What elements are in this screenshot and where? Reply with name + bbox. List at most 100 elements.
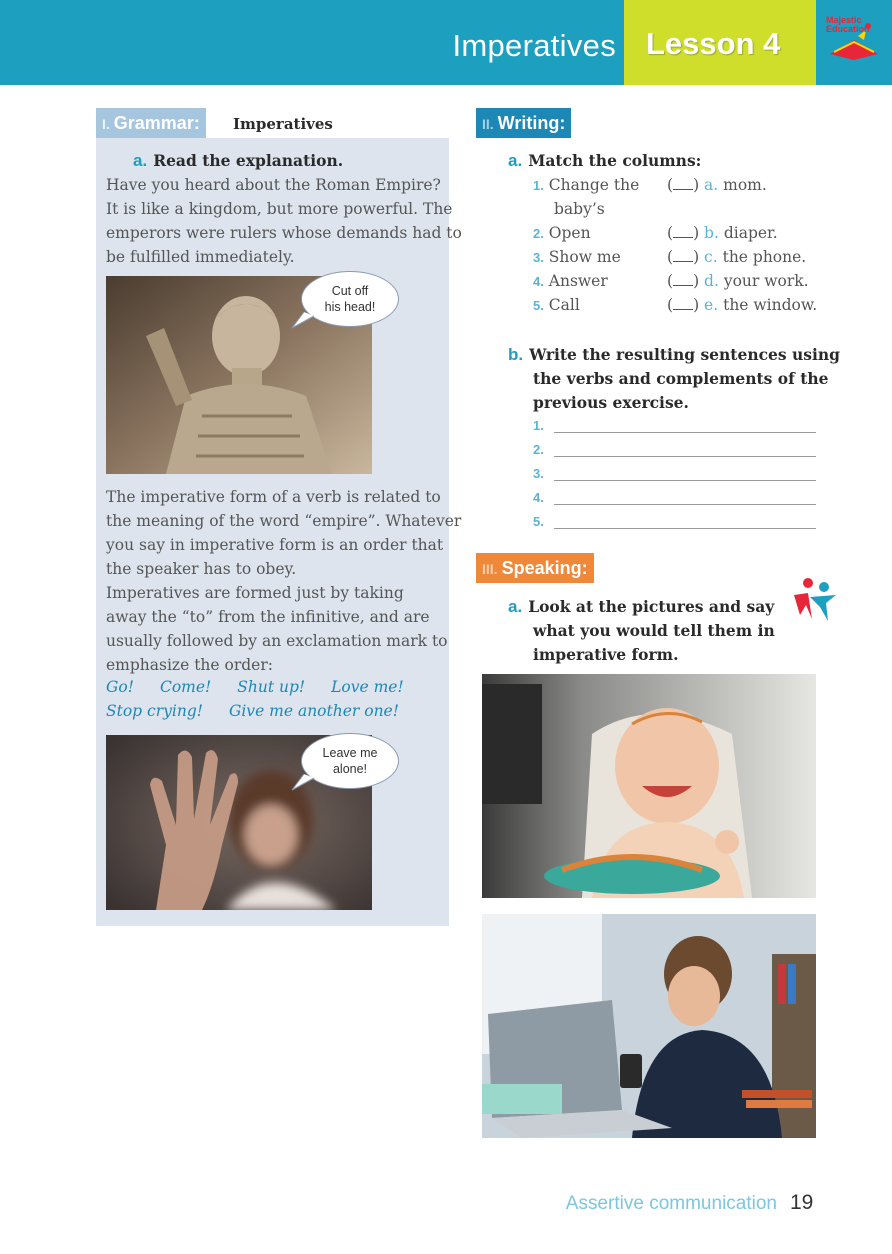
item-text: Change the: [548, 176, 640, 194]
match-right-item-c: () c. the phone.: [667, 248, 807, 266]
item-title-line: what you would tell them in: [533, 621, 775, 640]
item-letter: c.: [704, 248, 718, 266]
people-star-icon: [794, 578, 836, 621]
speaking-section-tag: III. Speaking:: [476, 553, 594, 583]
item-letter: a.: [133, 151, 148, 170]
answer-blank[interactable]: [673, 226, 694, 238]
answer-line-2[interactable]: 2.: [533, 438, 816, 462]
match-left-item-4: 4. Answer: [533, 269, 608, 294]
item-letter: a.: [508, 597, 523, 616]
item-number: 1.: [533, 178, 544, 193]
answer-line-1[interactable]: 1.: [533, 414, 816, 438]
section-label: Speaking:: [501, 558, 588, 578]
match-right-item-a: () a. mom.: [667, 176, 767, 194]
bubble-line: Cut off: [331, 284, 369, 298]
item-title: Read the explanation.: [153, 151, 344, 170]
para-line: you say in imperative form is an order t…: [106, 536, 444, 554]
item-text: the window.: [723, 296, 818, 314]
line-number: 2.: [533, 442, 544, 457]
match-left-item-1-cont: baby’s: [554, 200, 605, 218]
item-letter: b.: [508, 345, 524, 364]
grammar-subtitle: Imperatives: [233, 115, 333, 133]
writing-item-b: b. Write the resulting sentences using th…: [508, 343, 840, 415]
para-line: The imperative form of a verb is related…: [106, 488, 441, 506]
item-text: your work.: [723, 272, 809, 290]
imperative-examples-row-1: Go! Come! Shut up! Love me!: [106, 678, 430, 696]
item-text: Show me: [548, 248, 621, 266]
answer-blank[interactable]: [673, 298, 694, 310]
publisher-logo: Majestic Education: [824, 16, 884, 62]
page-number: 19: [790, 1191, 814, 1214]
item-text: diaper.: [723, 224, 778, 242]
item-title: Match the columns:: [528, 151, 702, 170]
answer-rule: [554, 456, 816, 457]
section-label: Grammar:: [113, 113, 200, 133]
speech-bubble-tail-icon: [291, 311, 315, 329]
item-text: Answer: [548, 272, 608, 290]
line-number: 3.: [533, 466, 544, 481]
answer-line-3[interactable]: 3.: [533, 462, 816, 486]
match-right-item-e: () e. the window.: [667, 296, 818, 314]
item-letter: a.: [508, 151, 523, 170]
section-number: II.: [482, 116, 494, 132]
section-number: III.: [482, 561, 498, 577]
item-number: 4.: [533, 274, 544, 289]
speech-bubble-tail-icon: [291, 773, 315, 791]
example-text: Give me another one!: [228, 702, 399, 720]
answer-rule: [554, 504, 816, 505]
para-line: the meaning of the word “empire”. Whatev…: [106, 512, 462, 530]
para-line: be fulfilled immediately.: [106, 248, 295, 266]
logo-text-line2: Education: [826, 24, 870, 34]
logo-text: Majestic Education: [826, 16, 870, 34]
bubble-line: Leave me: [322, 746, 378, 760]
section-number: I.: [102, 116, 110, 132]
grammar-intro-paragraph: Have you heard about the Roman Empire? I…: [106, 173, 462, 269]
answer-blank[interactable]: [673, 178, 694, 190]
item-letter: e.: [704, 296, 719, 314]
para-line: It is like a kingdom, but more powerful.…: [106, 200, 453, 218]
writing-section-tag: II. Writing:: [476, 108, 572, 138]
item-letter: a.: [704, 176, 719, 194]
example-text: Stop crying!: [106, 702, 203, 720]
bored-teen-laptop-image: [482, 914, 816, 1138]
match-left-item-5: 5. Call: [533, 293, 580, 318]
match-left-item-2: 2. Open: [533, 221, 591, 246]
section-label: Writing:: [497, 113, 566, 133]
line-number: 5.: [533, 514, 544, 529]
item-title-line: the verbs and complements of the: [533, 369, 829, 388]
para-line: Imperatives are formed just by taking: [106, 584, 404, 602]
answer-rule: [554, 528, 816, 529]
grammar-item-a: a. Read the explanation.: [133, 151, 343, 171]
answer-line-4[interactable]: 4.: [533, 486, 816, 510]
answer-blank[interactable]: [673, 250, 694, 262]
answer-rule: [554, 432, 816, 433]
para-line: the speaker has to obey.: [106, 560, 297, 578]
lesson-label: Lesson 4: [646, 26, 781, 61]
footer-section-name: Assertive communication: [565, 1193, 777, 1214]
example-text: Shut up!: [237, 678, 306, 696]
baby-eating-spaghetti-image: [482, 674, 816, 898]
item-text: Open: [548, 224, 591, 242]
item-title-line: Look at the pictures and say: [528, 597, 775, 616]
item-letter: d.: [704, 272, 719, 290]
line-number: 4.: [533, 490, 544, 505]
page-title: Imperatives: [452, 28, 616, 63]
writing-item-a: a. Match the columns:: [508, 151, 701, 171]
lesson-box: Lesson 4: [624, 0, 816, 85]
item-text: Call: [548, 296, 580, 314]
item-number: 2.: [533, 226, 544, 241]
grammar-section-tag: I. Grammar:: [96, 108, 206, 138]
example-text: Go!: [106, 678, 134, 696]
item-title-line: imperative form.: [533, 645, 679, 664]
example-text: Love me!: [331, 678, 404, 696]
para-line: away the “to” from the infinitive, and a…: [106, 608, 430, 626]
item-title-line: Write the resulting sentences using: [529, 345, 841, 364]
answer-line-5[interactable]: 5.: [533, 510, 816, 534]
match-left-item-3: 3. Show me: [533, 245, 621, 270]
para-line: Have you heard about the Roman Empire?: [106, 176, 441, 194]
match-left-item-1: 1. Change the: [533, 173, 639, 198]
answer-rule: [554, 480, 816, 481]
answer-blank[interactable]: [673, 274, 694, 286]
speaking-item-a: a. Look at the pictures and say what you …: [508, 595, 775, 667]
example-text: Come!: [159, 678, 212, 696]
